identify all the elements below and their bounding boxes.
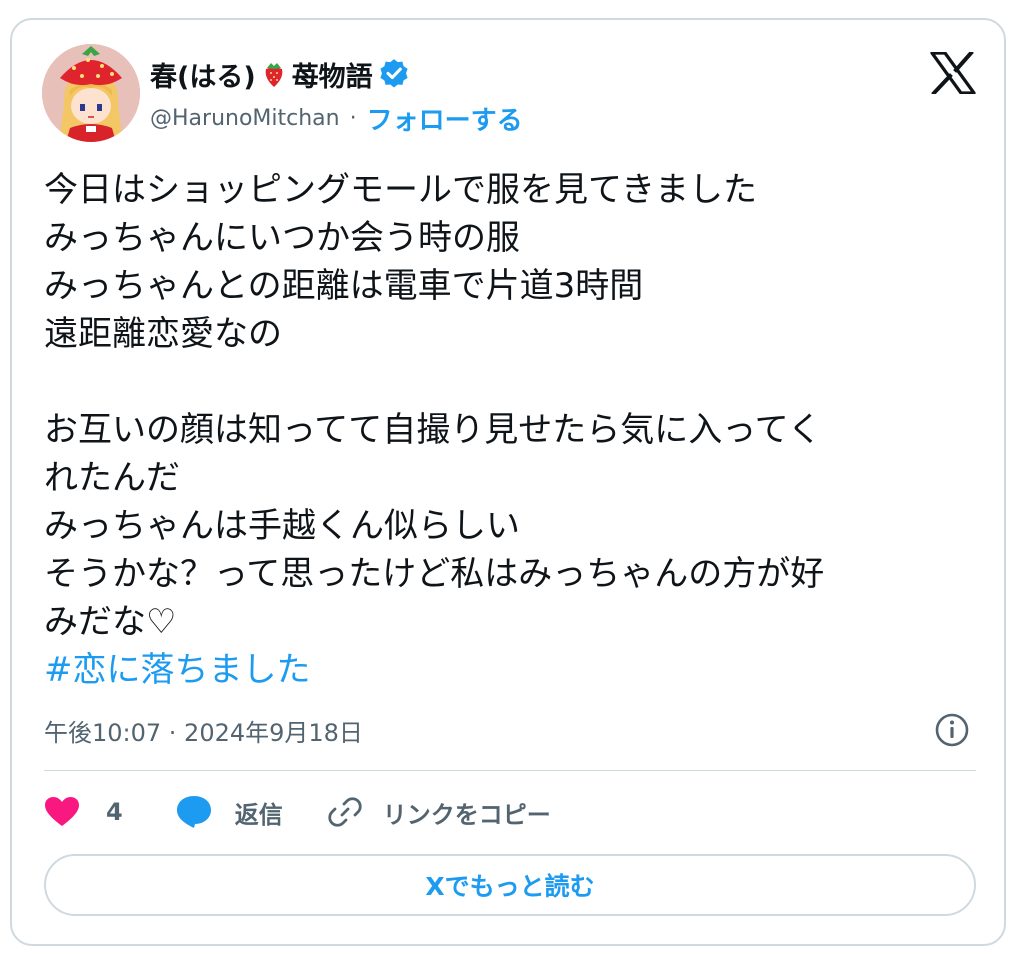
copy-link-button[interactable]: リンクをコピー xyxy=(327,794,551,830)
tweet-card: 春(はる) 苺物語 @HarunoMitchan · フォローする 今日はショッ… xyxy=(10,18,1006,946)
author-name-suffix[interactable]: 苺物語 xyxy=(292,55,373,94)
separator-dot: · xyxy=(349,105,357,131)
action-bar: 4 返信 リンクをコピー xyxy=(44,790,551,834)
verified-badge-icon xyxy=(377,57,411,91)
tweet-line: お互いの顔は知ってて自撮り見せたら気に入ってく xyxy=(44,410,822,450)
hashtag-link[interactable]: #恋に落ちました xyxy=(44,646,984,694)
tweet-line-blank xyxy=(44,358,984,406)
tweet-line: みだな♡ xyxy=(44,602,177,642)
tweet-line: みっちゃんにいつか会う時の服 xyxy=(44,218,520,258)
info-icon[interactable] xyxy=(934,712,970,748)
tweet-line: 遠距離恋愛なの xyxy=(44,314,282,354)
avatar-image xyxy=(42,44,140,142)
reply-label: 返信 xyxy=(234,800,283,829)
tweet-line: そうかな？って思ったけど私はみっちゃんの方が好 xyxy=(44,554,825,594)
like-button[interactable]: 4 xyxy=(44,796,123,828)
reply-button[interactable]: 返信 xyxy=(175,794,283,830)
heart-icon xyxy=(45,797,79,826)
strawberry-icon xyxy=(262,60,286,88)
follow-button[interactable]: フォローする xyxy=(367,100,523,137)
link-icon xyxy=(328,797,362,827)
author-name-row[interactable]: 春(はる) 苺物語 xyxy=(150,54,411,94)
tweet-line: みっちゃんとの距離は電車で片道3時間 xyxy=(44,266,644,306)
tweet-line: れたんだ xyxy=(44,458,180,498)
reply-bubble-icon xyxy=(176,796,211,828)
read-more-button[interactable]: Xでもっと読む xyxy=(44,854,976,916)
copy-link-label: リンクをコピー xyxy=(382,800,551,829)
divider xyxy=(44,770,976,771)
read-more-label: Xでもっと読む xyxy=(425,872,595,901)
handle-row: @HarunoMitchan · フォローする xyxy=(150,100,523,136)
tweet-line: 今日はショッピングモールで服を見てきました xyxy=(44,170,757,210)
timestamp-text[interactable]: 午後10:07 · 2024年9月18日 xyxy=(44,713,363,748)
tweet-line: みっちゃんは手越くん似らしい xyxy=(44,506,520,546)
x-logo-icon[interactable] xyxy=(930,50,976,96)
avatar[interactable] xyxy=(42,44,140,142)
timestamp[interactable]: 午後10:07 · 2024年9月18日 xyxy=(44,710,363,750)
like-count: 4 xyxy=(106,798,123,826)
author-name[interactable]: 春(はる) xyxy=(150,55,256,94)
author-handle[interactable]: @HarunoMitchan xyxy=(150,106,340,131)
tweet-text: 今日はショッピングモールで服を見てきました みっちゃんにいつか会う時の服 みっち… xyxy=(44,166,984,694)
